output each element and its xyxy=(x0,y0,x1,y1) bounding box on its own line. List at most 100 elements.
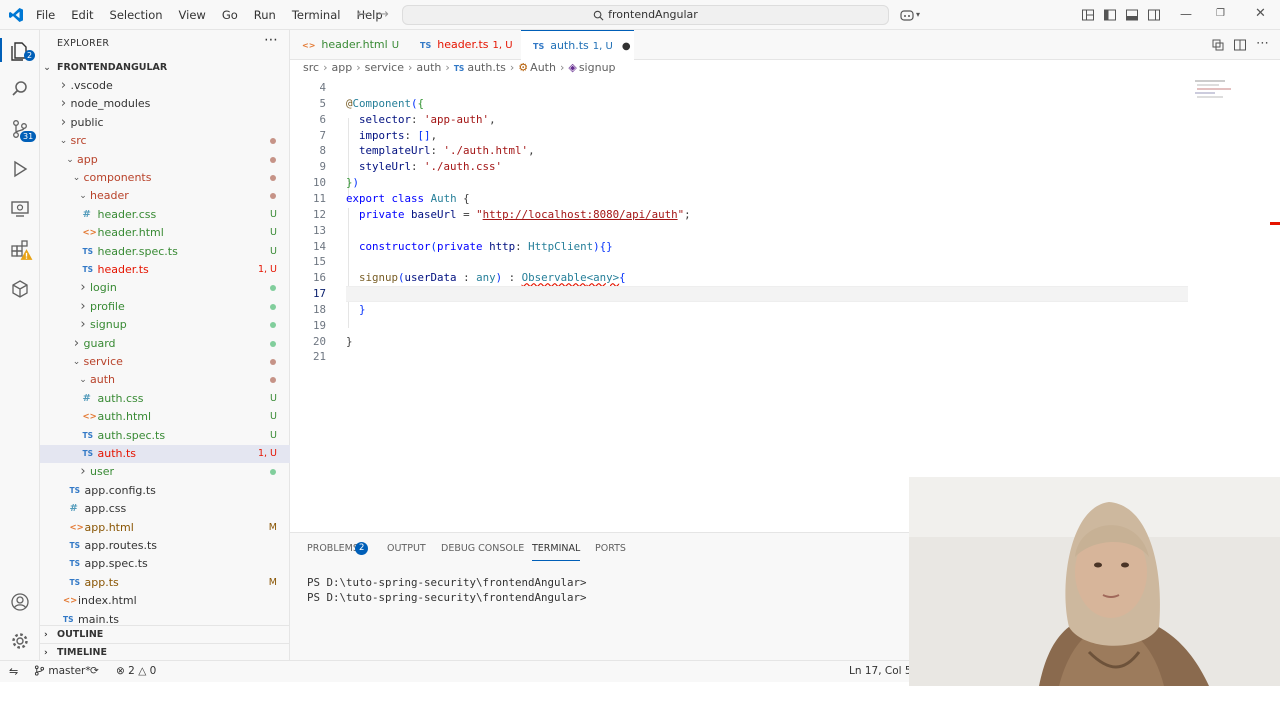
breadcrumb-item[interactable]: auth xyxy=(416,61,441,74)
workspace-root[interactable]: ⌄ FRONTENDANGULAR xyxy=(40,59,290,77)
toggle-primary-sidebar-icon[interactable] xyxy=(1103,8,1117,22)
tab-auth-ts[interactable]: TS auth.ts 1, U ● xyxy=(521,30,634,60)
tab-header-html[interactable]: <> header.html U xyxy=(290,30,408,60)
copilot-menu-chevron-icon[interactable]: ▾ xyxy=(916,10,920,19)
chevron-right-icon: › xyxy=(60,114,67,130)
code-token: userData xyxy=(404,271,457,285)
minimap[interactable] xyxy=(1193,78,1253,102)
menu-file[interactable]: File xyxy=(28,0,63,30)
timeline-section[interactable]: › TIMELINE xyxy=(40,643,290,661)
menu-view[interactable]: View xyxy=(171,0,214,30)
sync-icon[interactable]: ⟳ xyxy=(90,661,99,682)
forward-arrow-icon[interactable]: → xyxy=(378,7,389,22)
tree-item-auth[interactable]: ⌄ auth xyxy=(40,371,290,389)
remote-indicator-icon[interactable]: ⇋ xyxy=(9,661,18,682)
current-line-highlight xyxy=(346,286,1188,303)
git-status-letter: U xyxy=(270,411,277,423)
split-editor-icon[interactable] xyxy=(1233,38,1247,52)
toggle-panel-icon[interactable] xyxy=(1125,8,1139,22)
tree-item-header[interactable]: ⌄ header xyxy=(40,187,290,205)
panel-tab-output[interactable]: OUTPUT xyxy=(387,543,426,554)
tree-item-label: login xyxy=(90,281,117,295)
breadcrumb-item[interactable]: Auth xyxy=(530,61,556,74)
toggle-secondary-sidebar-icon[interactable] xyxy=(1147,8,1161,22)
tab-header-ts[interactable]: TSheader.ts1, U● xyxy=(408,30,530,60)
tree-item-login[interactable]: › login xyxy=(40,279,290,297)
run-debug-icon[interactable] xyxy=(9,158,31,180)
tree-item-app-css[interactable]: # app.css xyxy=(40,500,290,518)
tree-item-header-spec-ts[interactable]: TS header.spec.ts U xyxy=(40,243,290,261)
git-status-letter: U xyxy=(270,245,277,257)
minimize-icon[interactable]: — xyxy=(1180,7,1192,21)
branch-status[interactable]: master* xyxy=(34,661,91,682)
cursor-position[interactable]: Ln 17, Col 5 xyxy=(849,661,912,682)
search-icon[interactable] xyxy=(9,78,31,100)
tree-item-header-css[interactable]: # header.css U xyxy=(40,206,290,224)
panel-tab-problems[interactable]: PROBLEMS xyxy=(307,543,359,554)
remote-explorer-icon[interactable] xyxy=(9,198,31,220)
outline-section[interactable]: › OUTLINE xyxy=(40,625,290,643)
breadcrumb-item[interactable]: signup xyxy=(579,61,616,74)
tree-item-header-html[interactable]: <> header.html U xyxy=(40,224,290,242)
tab-status: 1, U xyxy=(592,41,613,52)
breadcrumb-item[interactable]: src xyxy=(303,61,319,74)
tree-item-app-ts[interactable]: TS app.ts M xyxy=(40,574,290,592)
explorer-more-icon[interactable]: ⋯ xyxy=(264,32,278,48)
line-number: 5 xyxy=(319,96,326,110)
code-editor[interactable]: 4 5 @Component({6 selector: 'app-auth', 7 i… xyxy=(290,78,1280,530)
tree-item-auth-css[interactable]: # auth.css U xyxy=(40,390,290,408)
menu-run[interactable]: Run xyxy=(246,0,284,30)
back-arrow-icon[interactable]: ← xyxy=(357,7,368,22)
code-token: : xyxy=(430,144,444,158)
tree-item-index-html[interactable]: <> index.html xyxy=(40,592,290,610)
tree-item-label: header xyxy=(90,189,129,203)
menu-terminal[interactable]: Terminal xyxy=(284,0,349,30)
tree-item-guard[interactable]: › guard xyxy=(40,335,290,353)
compare-changes-icon[interactable] xyxy=(1211,38,1225,52)
docker-cube-icon[interactable] xyxy=(9,278,31,300)
tree-item-profile[interactable]: › profile xyxy=(40,298,290,316)
breadcrumb-item[interactable]: service xyxy=(365,61,404,74)
tree-item-auth-ts[interactable]: TS auth.ts 1, U xyxy=(40,445,290,463)
menu-go[interactable]: Go xyxy=(214,0,246,30)
tree-item-header-ts[interactable]: TS header.ts 1, U xyxy=(40,261,290,279)
panel-tab-terminal[interactable]: TERMINAL xyxy=(532,543,581,561)
tree-item-app-config-ts[interactable]: TS app.config.ts xyxy=(40,482,290,500)
panel-tab-debug-console[interactable]: DEBUG CONSOLE xyxy=(441,543,524,554)
tree-item--vscode[interactable]: › .vscode xyxy=(40,77,290,95)
tree-item-user[interactable]: › user xyxy=(40,463,290,481)
command-center-search[interactable]: frontendAngular xyxy=(402,5,889,25)
tree-item-node_modules[interactable]: › node_modules xyxy=(40,95,290,113)
more-actions-icon[interactable]: ⋯ xyxy=(1256,36,1269,51)
tree-item-auth-spec-ts[interactable]: TS auth.spec.ts U xyxy=(40,427,290,445)
tree-item-public[interactable]: › public xyxy=(40,114,290,132)
code-token: [] xyxy=(417,128,431,142)
breadcrumb-item[interactable]: auth.ts xyxy=(467,61,506,74)
git-status-letter: U xyxy=(270,429,277,441)
accounts-icon[interactable] xyxy=(9,591,31,613)
settings-gear-icon[interactable] xyxy=(9,630,31,652)
close-window-icon[interactable]: ✕ xyxy=(1255,6,1266,21)
menu-edit[interactable]: Edit xyxy=(63,0,101,30)
active-indicator xyxy=(0,38,2,62)
problems-status[interactable]: ⊗ 2 △ 0 xyxy=(116,661,156,682)
tree-item-app-html[interactable]: <> app.html M xyxy=(40,519,290,537)
tree-item-app[interactable]: ⌄ app xyxy=(40,151,290,169)
tree-item-app-spec-ts[interactable]: TS app.spec.ts xyxy=(40,555,290,573)
menu-selection[interactable]: Selection xyxy=(102,0,171,30)
tree-item-components[interactable]: ⌄ components xyxy=(40,169,290,187)
breadcrumb-separator-icon: › xyxy=(445,61,450,74)
tree-item-auth-html[interactable]: <> auth.html U xyxy=(40,408,290,426)
copilot-icon[interactable] xyxy=(900,8,914,22)
tree-item-service[interactable]: ⌄ service xyxy=(40,353,290,371)
ts-file-icon: TS xyxy=(82,265,94,274)
breadcrumb-item[interactable]: app xyxy=(331,61,352,74)
panel-tab-ports[interactable]: PORTS xyxy=(595,543,626,554)
restore-icon[interactable]: ❐ xyxy=(1216,8,1225,19)
unsaved-dot-icon[interactable]: ● xyxy=(622,41,631,52)
tree-item-src[interactable]: ⌄ src xyxy=(40,132,290,150)
tree-item-signup[interactable]: › signup xyxy=(40,316,290,334)
tree-item-app-routes-ts[interactable]: TS app.routes.ts xyxy=(40,537,290,555)
customize-layout-icon[interactable] xyxy=(1081,8,1095,22)
